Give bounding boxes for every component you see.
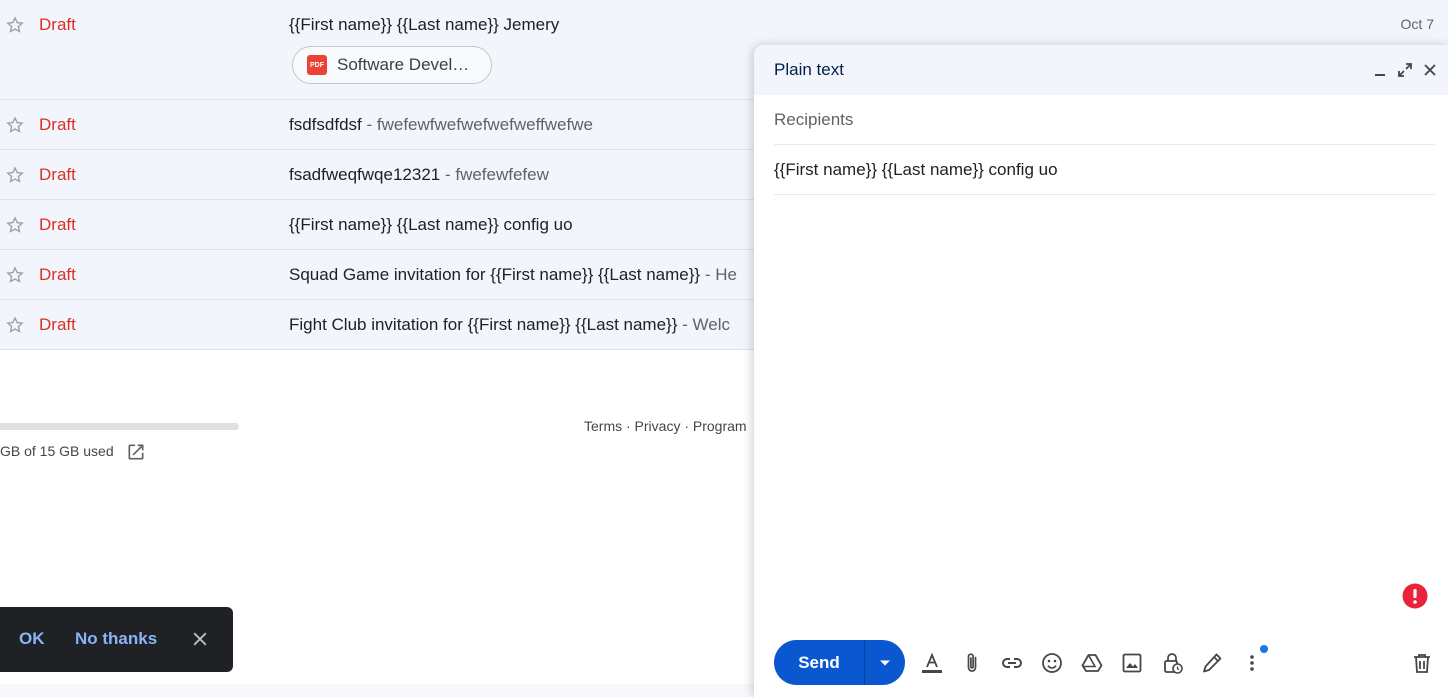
storage-usage-bar bbox=[0, 423, 239, 430]
alert-icon[interactable] bbox=[1402, 583, 1428, 609]
compose-window: Plain text Recipients {{First name}} {{L… bbox=[754, 45, 1448, 697]
ok-button[interactable]: OK bbox=[19, 629, 45, 649]
draft-label: Draft bbox=[39, 115, 76, 134]
send-button[interactable]: Send bbox=[774, 640, 864, 685]
star-icon[interactable] bbox=[4, 164, 26, 186]
snackbar: OK No thanks bbox=[0, 607, 233, 672]
lock-clock-icon[interactable] bbox=[1160, 651, 1184, 675]
notification-dot bbox=[1260, 645, 1268, 653]
pdf-icon: PDF bbox=[307, 55, 327, 75]
subject-text: Fight Club invitation for {{First name}}… bbox=[289, 315, 678, 334]
close-icon[interactable] bbox=[1420, 60, 1440, 80]
emoji-icon[interactable] bbox=[1040, 651, 1064, 675]
trash-icon[interactable] bbox=[1410, 651, 1434, 675]
bottom-strip bbox=[0, 684, 754, 697]
minimize-icon[interactable] bbox=[1370, 60, 1390, 80]
link-icon[interactable] bbox=[1000, 651, 1024, 675]
attachment-name: Software Devel… bbox=[337, 55, 470, 74]
paperclip-icon[interactable] bbox=[960, 651, 984, 675]
no-thanks-button[interactable]: No thanks bbox=[75, 629, 157, 649]
draft-label: Draft bbox=[39, 215, 76, 234]
star-icon[interactable] bbox=[4, 14, 26, 36]
subject-text: fsdfsdfdsf bbox=[289, 115, 362, 134]
mail-date: Oct 7 bbox=[1400, 16, 1434, 32]
snippet-text: - Welc bbox=[677, 315, 730, 334]
pen-icon[interactable] bbox=[1200, 651, 1224, 675]
draft-label: Draft bbox=[39, 265, 76, 284]
schedule-send-dropdown[interactable] bbox=[865, 640, 905, 685]
subject-text: fsadfweqfwqe12321 bbox=[289, 165, 441, 184]
recipients-field[interactable]: Recipients bbox=[774, 95, 1435, 145]
compose-title: Plain text bbox=[774, 60, 844, 79]
expand-icon[interactable] bbox=[1395, 60, 1415, 80]
mail-subject: {{First name}} {{Last name}} config uo bbox=[289, 215, 759, 235]
snippet-text: - He bbox=[700, 265, 737, 284]
subject-value: {{First name}} {{Last name}} config uo bbox=[774, 159, 1058, 179]
snippet-text: - fwefewfefew bbox=[440, 165, 549, 184]
star-icon[interactable] bbox=[4, 214, 26, 236]
more-vert-icon[interactable] bbox=[1240, 651, 1264, 675]
draft-label: Draft bbox=[39, 15, 76, 34]
attachment-chip[interactable]: PDF Software Devel… bbox=[292, 46, 492, 84]
snippet-text: - fwefewfwefwefwefweffwefwe bbox=[361, 115, 593, 134]
star-icon[interactable] bbox=[4, 264, 26, 286]
open-in-new-icon[interactable] bbox=[126, 442, 146, 462]
drive-icon[interactable] bbox=[1080, 651, 1104, 675]
storage-text: GB of 15 GB used bbox=[0, 443, 114, 459]
mail-subject: Fight Club invitation for {{First name}}… bbox=[289, 315, 759, 335]
mail-subject: fsadfweqfwqe12321 - fwefewfefew bbox=[289, 165, 759, 185]
subject-text: Squad Game invitation for {{First name}}… bbox=[289, 265, 701, 284]
close-icon[interactable] bbox=[190, 629, 210, 649]
recipients-placeholder: Recipients bbox=[774, 109, 854, 129]
subject-text: {{First name}} {{Last name}} config uo bbox=[289, 215, 573, 234]
mail-subject: {{First name}} {{Last name}} Jemery bbox=[289, 15, 759, 35]
draft-label: Draft bbox=[39, 315, 76, 334]
subject-text: {{First name}} {{Last name}} Jemery bbox=[289, 15, 560, 34]
footer-links[interactable]: Terms · Privacy · Program bbox=[584, 418, 747, 434]
star-icon[interactable] bbox=[4, 314, 26, 336]
photo-icon[interactable] bbox=[1120, 651, 1144, 675]
mail-subject: fsdfsdfdsf - fwefewfwefwefwefweffwefwe bbox=[289, 115, 759, 135]
mail-subject: Squad Game invitation for {{First name}}… bbox=[289, 265, 759, 285]
compose-header[interactable]: Plain text bbox=[754, 45, 1448, 95]
text-format-icon[interactable] bbox=[920, 651, 944, 675]
draft-label: Draft bbox=[39, 165, 76, 184]
subject-field[interactable]: {{First name}} {{Last name}} config uo bbox=[774, 145, 1435, 195]
send-button-group: Send bbox=[774, 640, 905, 685]
star-icon[interactable] bbox=[4, 114, 26, 136]
